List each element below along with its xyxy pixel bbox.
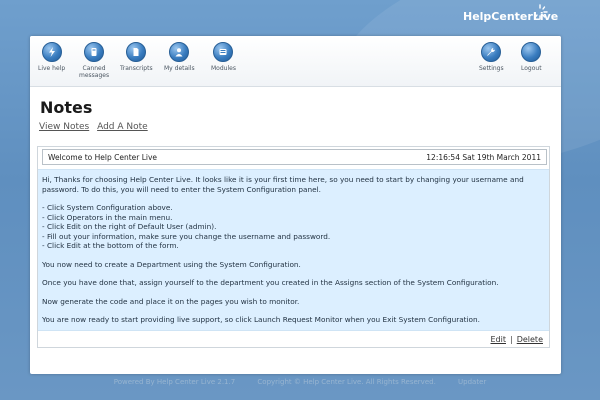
- wrench-icon: [481, 42, 502, 62]
- toolbar: Live help Canned messages Transcripts My…: [30, 36, 561, 87]
- toolbar-label: My details: [164, 65, 195, 72]
- lightning-icon: [41, 42, 62, 62]
- note-paragraph: Once you have done that, assign yourself…: [42, 278, 499, 287]
- note-timestamp: 12:16:54 Sat 19th March 2011: [426, 152, 541, 162]
- notes-subnav: View Notes Add A Note: [39, 122, 153, 132]
- logout-icon: [521, 42, 542, 62]
- note-actions: Edit | Delete: [491, 335, 544, 344]
- delete-note-link[interactable]: Delete: [517, 335, 543, 344]
- user-icon: [169, 42, 190, 62]
- toolbar-logout-button[interactable]: Logout: [521, 42, 542, 72]
- toolbar-label: Transcripts: [120, 65, 153, 72]
- note-header: Welcome to Help Center Live 12:16:54 Sat…: [42, 149, 547, 165]
- list-item: - Click System Configuration above.: [42, 203, 173, 212]
- toolbar-modules-button[interactable]: Modules: [211, 42, 236, 72]
- list-item: - Click Edit on the right of Default Use…: [42, 222, 217, 231]
- toolbar-my-details-button[interactable]: My details: [164, 42, 195, 72]
- toolbar-label: Canned messages: [79, 65, 110, 79]
- toolbar-label: Live help: [38, 65, 66, 72]
- list-item: - Click Edit at the bottom of the form.: [42, 241, 179, 250]
- note-steps: - Click System Configuration above. - Cl…: [42, 203, 545, 251]
- canned-messages-icon: [84, 42, 105, 62]
- footer: Powered By Help Center Live 2.1.7 Copyri…: [0, 378, 600, 386]
- add-note-link[interactable]: Add A Note: [97, 122, 148, 132]
- note-title: Welcome to Help Center Live: [48, 152, 158, 162]
- toolbar-settings-button[interactable]: Settings: [479, 42, 504, 72]
- note-intro: Hi, Thanks for choosing Help Center Live…: [42, 175, 524, 194]
- note-paragraph: You now need to create a Department usin…: [42, 259, 301, 269]
- document-icon: [126, 42, 147, 62]
- footer-powered-by: Powered By Help Center Live 2.1.7: [113, 378, 236, 386]
- note-card: Welcome to Help Center Live 12:16:54 Sat…: [37, 146, 550, 348]
- footer-updater-link[interactable]: Updater: [458, 378, 486, 386]
- brand-burst-icon: [534, 4, 548, 20]
- note-paragraph: You are now ready to start providing liv…: [42, 315, 480, 324]
- list-item: - Fill out your information, make sure y…: [42, 231, 331, 241]
- toolbar-live-help-button[interactable]: Live help: [38, 42, 65, 72]
- modules-icon: [213, 42, 234, 62]
- footer-copyright: Copyright © Help Center Live. All Rights…: [257, 378, 436, 386]
- list-item: - Click Operators in the main menu.: [42, 212, 173, 222]
- page-title: Notes: [40, 98, 93, 117]
- note-body: Hi, Thanks for choosing Help Center Live…: [38, 169, 549, 331]
- actions-separator: |: [510, 335, 513, 344]
- toolbar-transcripts-button[interactable]: Transcripts: [120, 42, 153, 72]
- edit-note-link[interactable]: Edit: [491, 335, 507, 344]
- toolbar-canned-messages-button[interactable]: Canned messages: [79, 42, 109, 79]
- view-notes-link[interactable]: View Notes: [39, 122, 89, 132]
- main-panel: Live help Canned messages Transcripts My…: [30, 36, 561, 374]
- toolbar-label: Settings: [479, 65, 504, 72]
- toolbar-label: Modules: [211, 65, 236, 72]
- note-paragraph: Now generate the code and place it on th…: [42, 296, 300, 306]
- toolbar-label: Logout: [521, 65, 542, 72]
